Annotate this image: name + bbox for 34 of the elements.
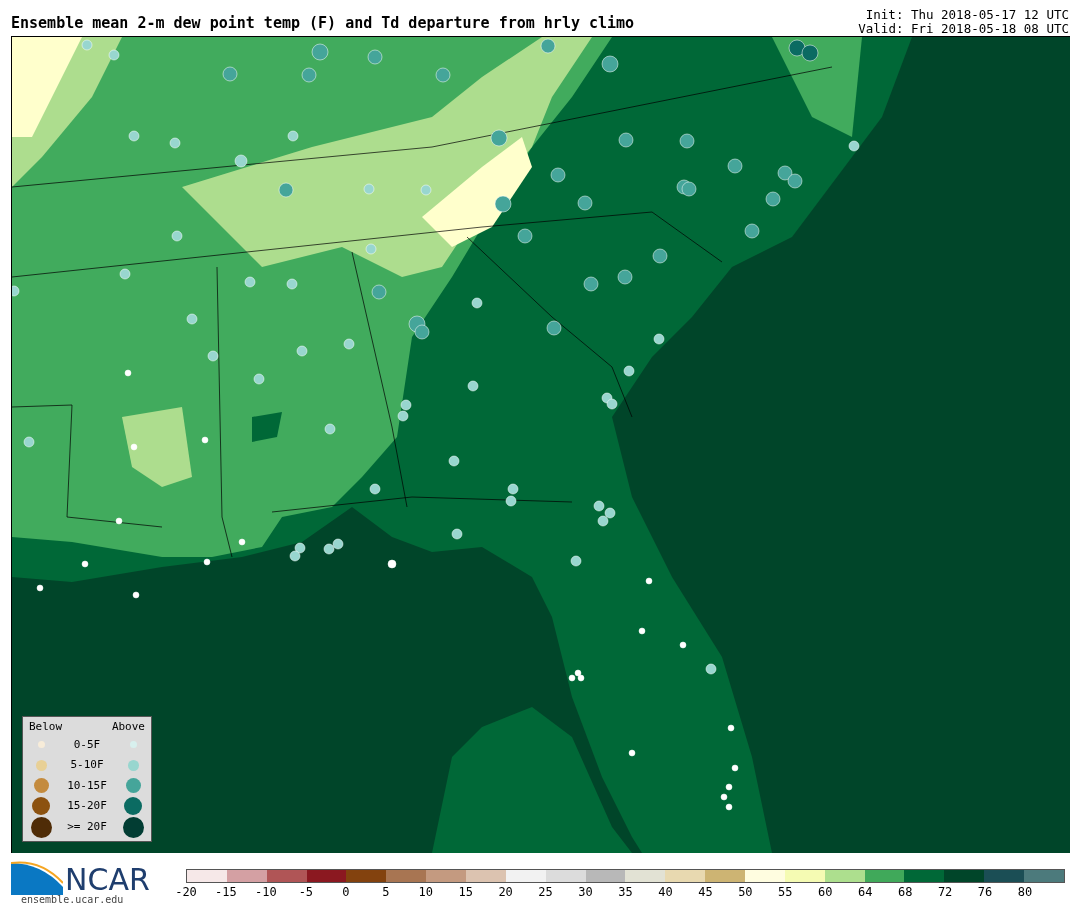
website-url: ensemble.ucar.edu [20, 895, 125, 905]
init-time: Init: Thu 2018-05-17 12 UTC [864, 8, 1069, 22]
legend-label: 5-10F [69, 757, 105, 773]
colorbar-tick-label: 15 [458, 886, 473, 898]
colorbar-tick-label: 55 [778, 886, 793, 898]
legend-heading: Below [29, 718, 63, 735]
colorbar-tick-label: 5 [382, 886, 390, 898]
colorbar-tick-label: 0 [342, 886, 350, 898]
chart-title: Ensemble mean 2-m dew point temp (F) and Td departure from hrly climo [11, 16, 635, 34]
colorbar-tick-label: 10 [418, 886, 433, 898]
colorbar-tick-label: -15 [215, 886, 237, 898]
colorbar-tick-label: -10 [255, 886, 277, 898]
colorbar-tick-label: 64 [858, 886, 873, 898]
colorbar-tick-label: 80 [1017, 886, 1033, 898]
legend-label: 10-15F [66, 777, 108, 794]
colorbar-tick-label: 20 [498, 886, 513, 898]
colorbar-tick-label: 50 [738, 886, 753, 898]
ncar-logo: NCAR [11, 857, 161, 895]
colorbar-tick-label: 35 [618, 886, 633, 898]
colorbar-tick-label: 25 [538, 886, 553, 898]
legend-label: >= 20F [66, 818, 108, 835]
colorbar-tick-label: 68 [897, 886, 913, 898]
colorbar-tick-label: 45 [698, 886, 713, 898]
colorbar-tick-label: 30 [578, 886, 593, 898]
colorbar-tick-label: 76 [977, 886, 993, 898]
legend-label: 0-5F [72, 736, 102, 753]
legend-label: 15-20F [66, 798, 108, 814]
colorbar-tick-label: -20 [175, 886, 197, 898]
colorbar-tick-label: 40 [658, 886, 673, 898]
legend-heading: Above [111, 718, 145, 735]
colorbar-tick-label: 60 [818, 886, 833, 898]
colorbar-tick-label: 72 [937, 886, 953, 898]
valid-time: Valid: Fri 2018-05-18 08 UTC [858, 22, 1069, 36]
colorbar-tick-label: -5 [298, 886, 314, 898]
